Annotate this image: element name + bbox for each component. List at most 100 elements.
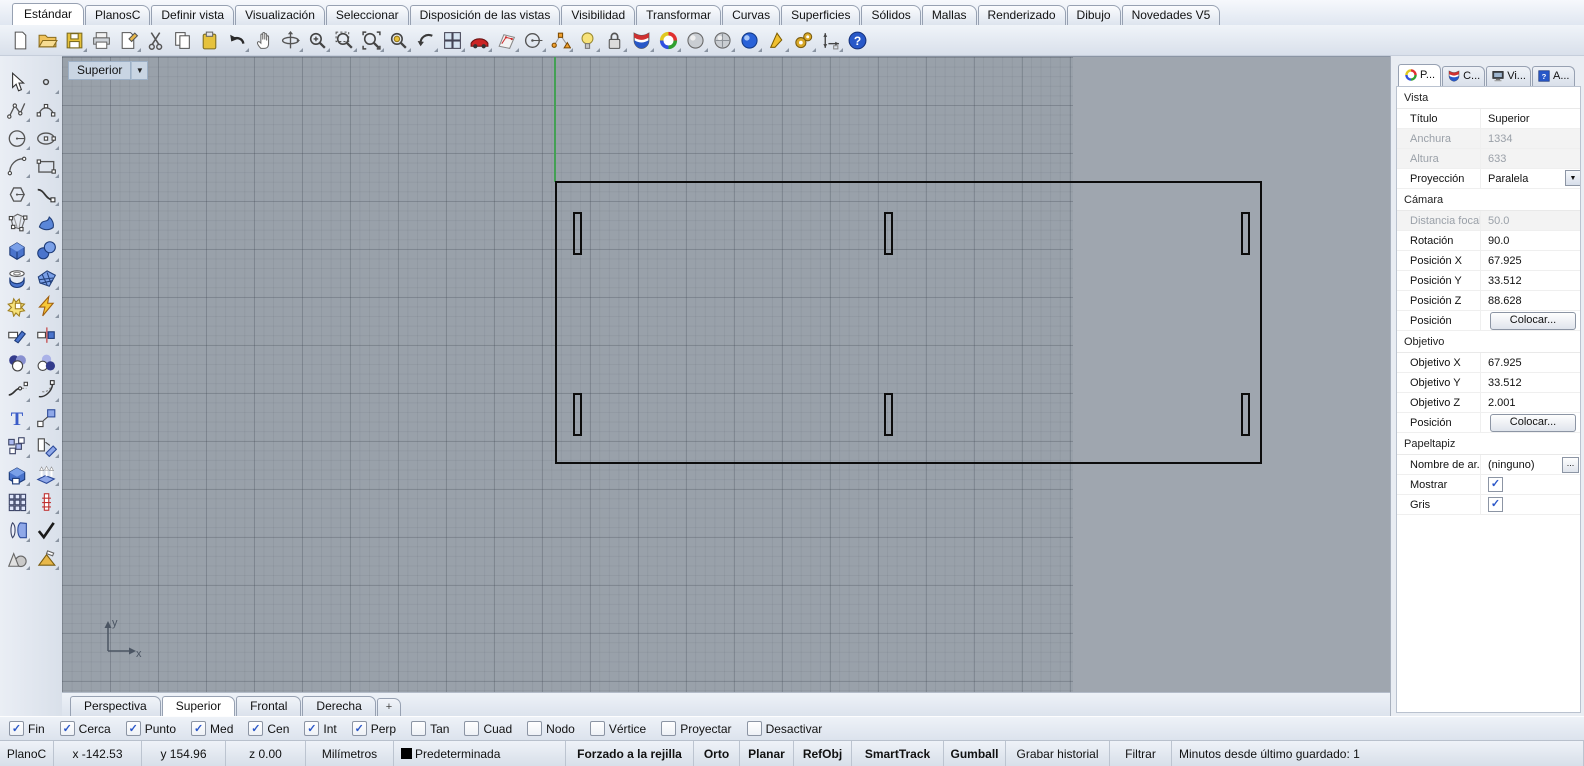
osnap-cen-checkbox[interactable]: ✓ [248, 721, 264, 736]
curve-boolean-2-button[interactable] [31, 348, 60, 376]
check-tool-button[interactable] [31, 516, 60, 544]
control-points-button[interactable] [547, 27, 574, 54]
split-button[interactable] [31, 320, 60, 348]
extrude-box-button[interactable] [2, 460, 31, 488]
new-file-button[interactable] [7, 27, 34, 54]
mirror-tool-button[interactable] [2, 516, 31, 544]
rotate-shape-button[interactable] [31, 432, 60, 460]
zoom-dynamic-button[interactable] [304, 27, 331, 54]
text-tool-button[interactable]: T [2, 404, 31, 432]
status-forzado-a-la-rejilla[interactable]: Forzado a la rejilla [566, 741, 694, 766]
browse-button[interactable]: ... [1562, 457, 1579, 473]
osnap-fin-checkbox[interactable]: ✓ [9, 721, 24, 736]
menu-tab-curvas[interactable]: Curvas [722, 5, 781, 25]
menu-tab-novedades-v5[interactable]: Novedades V5 [1121, 5, 1221, 25]
property-value-text[interactable]: 67.925 [1488, 357, 1522, 369]
menu-tab-definir-vista[interactable]: Definir vista [151, 5, 235, 25]
cone-tool-button[interactable] [763, 27, 790, 54]
zoom-window-button[interactable] [331, 27, 358, 54]
panel-tab-a[interactable]: ? A... [1531, 66, 1575, 86]
menu-tab-renderizado[interactable]: Renderizado [977, 5, 1066, 25]
viewport-tab-perspectiva[interactable]: Perspectiva [70, 696, 161, 716]
osnap-proyectar-checkbox[interactable] [661, 721, 677, 736]
circle-center-button[interactable] [520, 27, 547, 54]
slot-cutout[interactable] [1241, 212, 1250, 255]
slot-cutout[interactable] [573, 212, 582, 255]
group-objects-button[interactable] [2, 432, 31, 460]
status-planar[interactable]: Planar [740, 741, 794, 766]
osnap-tan-checkbox[interactable] [411, 721, 427, 736]
status-gumball[interactable]: Gumball [944, 741, 1006, 766]
menu-tab-dibujo[interactable]: Dibujo [1066, 5, 1121, 25]
status-x-142-53[interactable]: x -142.53 [54, 741, 142, 766]
property-value-text[interactable]: (ninguno) [1488, 459, 1534, 471]
osnap-punto-checkbox[interactable]: ✓ [125, 721, 141, 736]
point-button[interactable] [31, 68, 60, 96]
status-orto[interactable]: Orto [694, 741, 740, 766]
colocar-button[interactable]: Colocar... [1490, 413, 1576, 432]
rectangle-button[interactable] [31, 152, 60, 180]
undo-view-button[interactable] [412, 27, 439, 54]
shade-sphere-2-button[interactable] [709, 27, 736, 54]
layers-shield-button[interactable] [628, 27, 655, 54]
save-file-button[interactable] [61, 27, 88, 54]
menu-tab-visibilidad[interactable]: Visibilidad [561, 5, 636, 25]
render-sphere-button[interactable] [736, 27, 763, 54]
array-vertical-button[interactable] [31, 488, 60, 516]
viewport-menu-arrow-icon[interactable]: ▼ [131, 61, 149, 80]
zoom-selected-button[interactable] [385, 27, 412, 54]
pyramid-hand-button[interactable] [31, 544, 60, 572]
mesh-surface-button[interactable] [31, 264, 60, 292]
status-y-154-96[interactable]: y 154.96 [142, 741, 226, 766]
property-value-text[interactable]: 67.925 [1488, 255, 1522, 267]
curved-surface-button[interactable] [31, 208, 60, 236]
status-planoc[interactable]: PlanoC [0, 741, 54, 766]
blend-curve-button[interactable] [31, 180, 60, 208]
status-refobj[interactable]: RefObj [794, 741, 852, 766]
menu-tab-seleccionar[interactable]: Seleccionar [325, 5, 409, 25]
trim-button[interactable] [2, 320, 31, 348]
dropdown-arrow-icon[interactable]: ▼ [1565, 170, 1580, 186]
property-value-text[interactable]: Superior [1488, 113, 1530, 125]
mostrar-checkbox[interactable]: ✓ [1488, 477, 1503, 492]
print-button[interactable] [88, 27, 115, 54]
status-milimetros[interactable]: Milímetros [306, 741, 394, 766]
viewport-title[interactable]: Superior [68, 61, 132, 80]
property-value-text[interactable]: 2.001 [1488, 397, 1516, 409]
menu-tab-superficies[interactable]: Superficies [781, 5, 861, 25]
arc-button[interactable] [2, 152, 31, 180]
open-file-button[interactable] [34, 27, 61, 54]
panel-tab-c[interactable]: C... [1442, 66, 1486, 86]
osnap-int-checkbox[interactable]: ✓ [304, 721, 320, 736]
panel-tab-vi[interactable]: Vi... [1486, 66, 1531, 86]
property-value-text[interactable]: Paralela [1488, 173, 1528, 185]
pan-hand-button[interactable] [250, 27, 277, 54]
gris-checkbox[interactable]: ✓ [1488, 497, 1503, 512]
cplane-map-button[interactable] [493, 27, 520, 54]
boolean-union-button[interactable] [2, 292, 31, 320]
array-grid-button[interactable] [2, 488, 31, 516]
shade-sphere-button[interactable] [682, 27, 709, 54]
status-minutos-desde-ultimo-guardado-1[interactable]: Minutos desde último guardado: 1 [1172, 741, 1584, 766]
menu-tab-mallas[interactable]: Mallas [921, 5, 977, 25]
viewport-tab-derecha[interactable]: Derecha [302, 696, 376, 716]
slot-cutout[interactable] [1241, 393, 1250, 436]
status-filtrar[interactable]: Filtrar [1110, 741, 1172, 766]
panel-rectangle-geometry[interactable] [555, 181, 1262, 464]
osnap-cuad-checkbox[interactable] [464, 721, 480, 736]
menu-tab-planosc[interactable]: PlanosC [85, 5, 151, 25]
osnap-med-checkbox[interactable]: ✓ [191, 721, 207, 736]
box-button[interactable] [2, 236, 31, 264]
undo-button[interactable] [223, 27, 250, 54]
explode-button[interactable] [31, 292, 60, 320]
property-value-text[interactable]: 88.628 [1488, 295, 1522, 307]
menu-tab-visualizacion[interactable]: Visualización [235, 5, 325, 25]
circle-button[interactable] [2, 124, 31, 152]
menu-tab-transformar[interactable]: Transformar [636, 5, 722, 25]
viewport-tab-frontal[interactable]: Frontal [236, 696, 302, 716]
ellipse-button[interactable] [31, 124, 60, 152]
menu-tab-estandar[interactable]: Estándar [12, 3, 85, 25]
property-value-text[interactable]: 33.512 [1488, 377, 1522, 389]
annotate-page-button[interactable] [115, 27, 142, 54]
panel-tab-p[interactable]: P... [1398, 64, 1442, 86]
